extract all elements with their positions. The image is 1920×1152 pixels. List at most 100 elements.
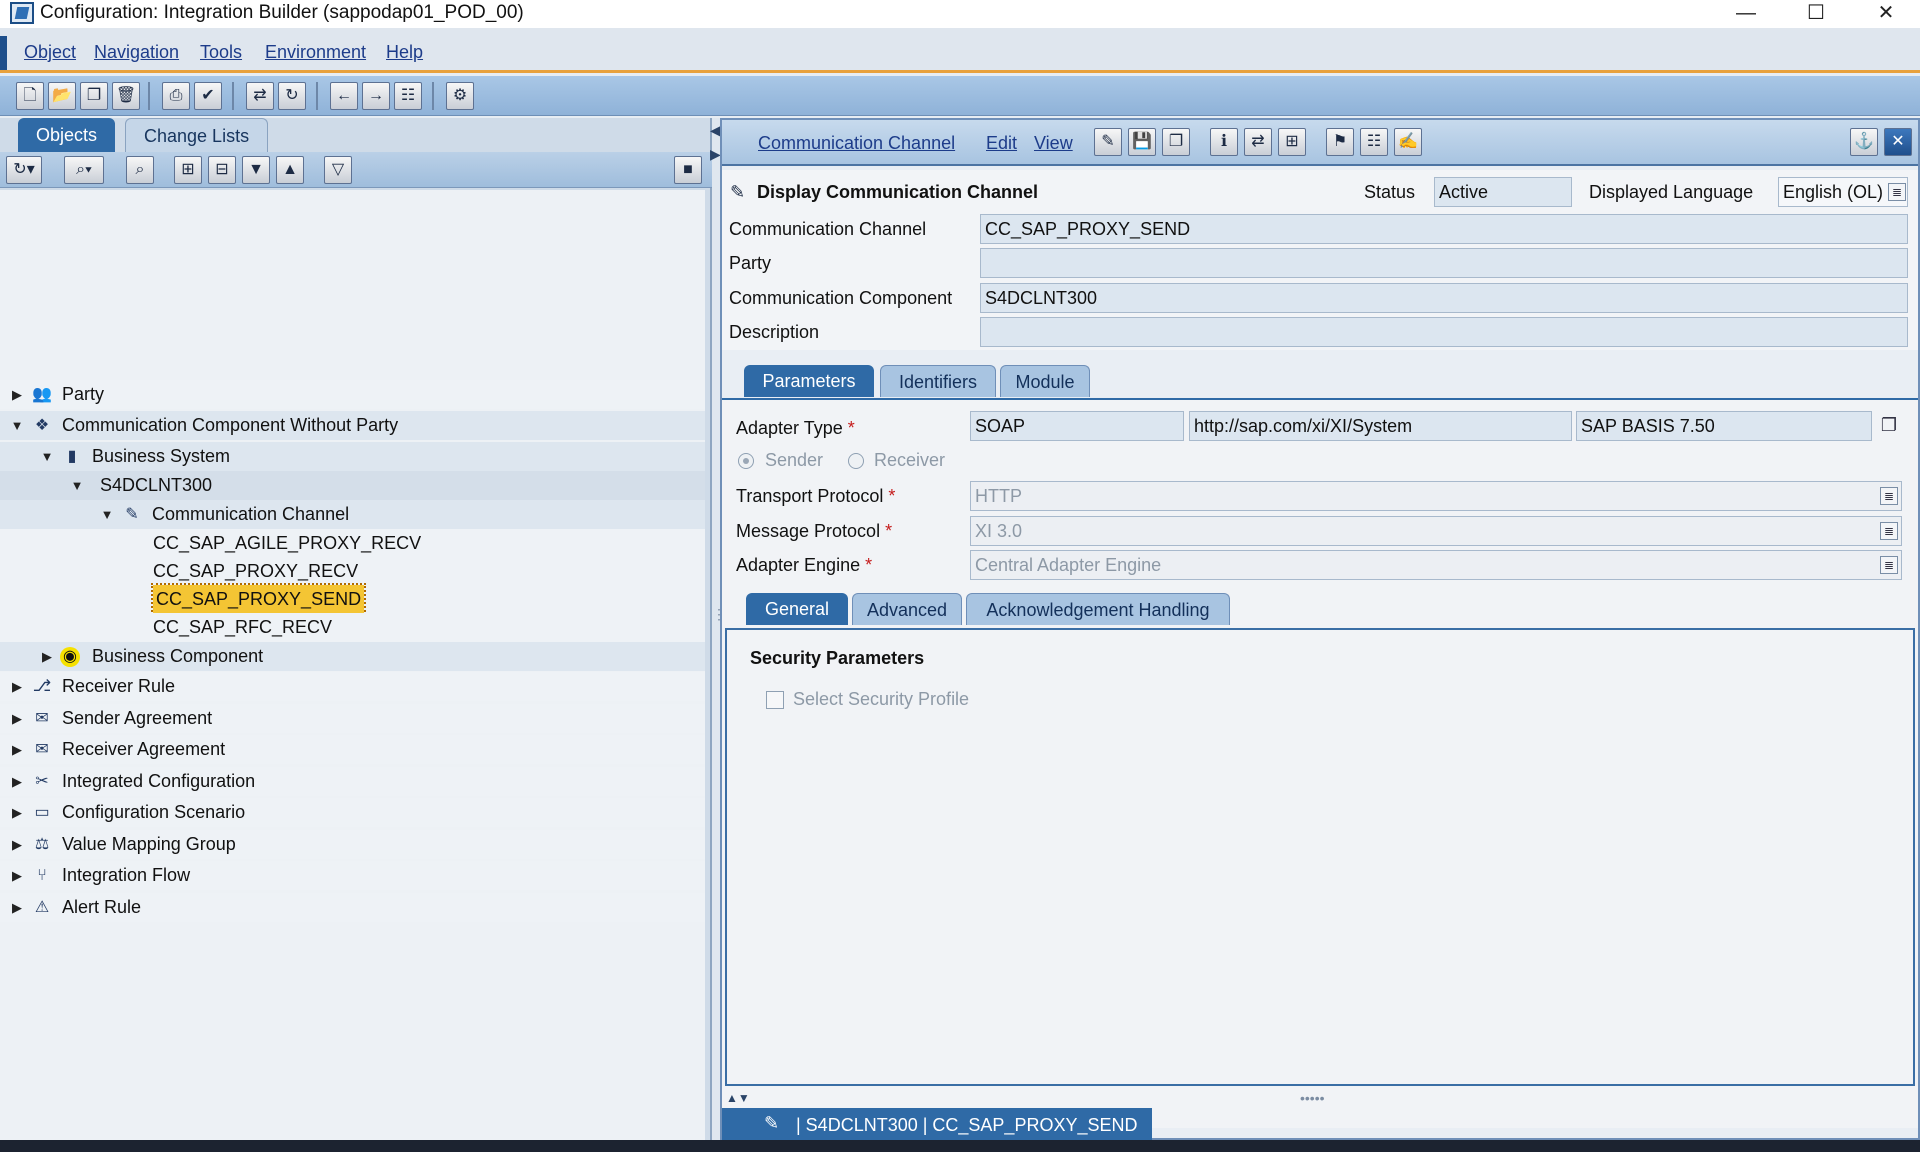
filter-icon[interactable]: ▽ [324, 156, 352, 184]
tree-item[interactable]: ▶ ✉ Sender Agreement [0, 704, 705, 733]
expand-toggle-icon[interactable]: ▶ [10, 735, 24, 764]
menu-edit[interactable]: Edit [986, 133, 1017, 154]
maximize-button[interactable]: ☐ [1786, 0, 1846, 28]
expand-toggle-icon[interactable]: ▶ [10, 893, 24, 922]
tree-item[interactable]: ▶ ✂ Integrated Configuration [0, 767, 705, 796]
print-icon[interactable]: ⎙ [162, 82, 190, 110]
tree-item[interactable]: CC_SAP_RFC_RECV [0, 613, 705, 642]
tree-item[interactable]: ▶ ◉ Business Component [0, 642, 705, 671]
receiver-radio[interactable] [848, 453, 864, 469]
tree-item[interactable]: ▶ ✉ Receiver Agreement [0, 735, 705, 764]
message-protocol-dropdown-icon[interactable]: ≣ [1880, 522, 1898, 540]
structure-icon[interactable]: ⊞ [1278, 128, 1306, 156]
message-protocol-field[interactable]: XI 3.0 [970, 516, 1902, 546]
move-up-icon[interactable]: ▲ [276, 156, 304, 184]
tree-item[interactable]: ▶ ⑂ Integration Flow [0, 861, 705, 890]
panel-maximize-icon[interactable]: ■ [674, 156, 702, 184]
back-icon[interactable]: ← [330, 82, 358, 110]
table-icon[interactable]: ☷ [1360, 128, 1388, 156]
stamp-icon[interactable]: ⚑ [1326, 128, 1354, 156]
find-icon[interactable]: ⌕ [126, 156, 154, 184]
expand-toggle-icon[interactable]: ▶ [10, 830, 24, 859]
move-down-icon[interactable]: ▼ [242, 156, 270, 184]
expand-all-icon[interactable]: ⊞ [174, 156, 202, 184]
channel-field[interactable]: CC_SAP_PROXY_SEND [980, 214, 1908, 244]
note-icon[interactable]: ✍ [1394, 128, 1422, 156]
tab-acknowledgement-handling[interactable]: Acknowledgement Handling [966, 593, 1230, 625]
transport-protocol-field[interactable]: HTTP [970, 481, 1902, 511]
tab-objects[interactable]: Objects [18, 118, 116, 152]
collapse-toggle-icon[interactable]: ▼ [70, 471, 84, 500]
tree-item[interactable]: ▼ S4DCLNT300 [0, 471, 705, 500]
expand-toggle-icon[interactable]: ▶ [10, 798, 24, 827]
info-icon[interactable]: ℹ [1210, 128, 1238, 156]
activate-icon[interactable]: ✔ [194, 82, 222, 110]
open-icon[interactable]: 📂 [48, 82, 76, 110]
save-icon[interactable]: 💾 [1128, 128, 1156, 156]
tree-item[interactable]: ▼ ❖ Communication Component Without Party [0, 411, 705, 440]
tree-item[interactable]: CC_SAP_PROXY_SEND [0, 583, 705, 616]
edit-pencil-icon[interactable]: ✎ [1094, 128, 1122, 156]
menu-environment[interactable]: Environment [265, 42, 366, 63]
collapse-all-icon[interactable]: ⊟ [208, 156, 236, 184]
where-used-icon[interactable]: ⇄ [1244, 128, 1272, 156]
adapter-swcv-field[interactable]: SAP BASIS 7.50 [1576, 411, 1872, 441]
tree-item[interactable]: ▶ ⎇ Receiver Rule [0, 672, 705, 701]
menu-communication-channel[interactable]: Communication Channel [758, 133, 955, 154]
transport-protocol-dropdown-icon[interactable]: ≣ [1880, 487, 1898, 505]
adapter-namespace-field[interactable]: http://sap.com/xi/XI/System [1189, 411, 1572, 441]
party-field[interactable] [980, 248, 1908, 278]
collapse-toggle-icon[interactable]: ▼ [40, 442, 54, 471]
menu-view[interactable]: View [1034, 133, 1073, 154]
description-field[interactable] [980, 317, 1908, 347]
refresh-icon[interactable]: ↻ [278, 82, 306, 110]
security-profile-checkbox[interactable] [766, 691, 784, 709]
menu-navigation[interactable]: Navigation [94, 42, 179, 63]
tab-parameters[interactable]: Parameters [744, 365, 874, 397]
new-icon[interactable]: 🗋 [16, 82, 44, 110]
tree-item[interactable]: ▼ ▮ Business System [0, 442, 705, 471]
menu-help[interactable]: Help [386, 42, 423, 63]
tree-item[interactable]: ▶ ⚖ Value Mapping Group [0, 830, 705, 859]
tree-item[interactable]: CC_SAP_PROXY_RECV [0, 557, 705, 586]
adapter-type-field[interactable]: SOAP [970, 411, 1184, 441]
expand-toggle-icon[interactable]: ▶ [40, 642, 54, 671]
copy-icon[interactable]: ❐ [80, 82, 108, 110]
expand-toggle-icon[interactable]: ▶ [10, 672, 24, 701]
tab-change-lists[interactable]: Change Lists [125, 118, 269, 152]
tree-item[interactable]: ▼ ✎ Communication Channel [0, 500, 705, 529]
settings-icon[interactable]: ⚙ [446, 82, 474, 110]
collapse-toggle-icon[interactable]: ▼ [100, 500, 114, 529]
copy-object-icon[interactable]: ❐ [1162, 128, 1190, 156]
collapse-bottom-icon[interactable]: ▲▼ [726, 1091, 750, 1105]
adapter-type-help-icon[interactable]: ❐ [1880, 416, 1898, 435]
minimize-button[interactable]: — [1716, 0, 1776, 28]
delete-icon[interactable]: 🗑 [112, 82, 140, 110]
component-field[interactable]: S4DCLNT300 [980, 283, 1908, 313]
list-view-icon[interactable]: ☷ [394, 82, 422, 110]
tree-item[interactable]: ▶ 👥 Party [0, 380, 705, 409]
menu-object[interactable]: Object [24, 42, 76, 63]
sender-radio[interactable] [738, 453, 754, 469]
tab-module[interactable]: Module [1000, 365, 1090, 397]
tab-advanced[interactable]: Advanced [852, 593, 962, 625]
collapse-toggle-icon[interactable]: ▼ [10, 411, 24, 440]
tree-item[interactable]: CC_SAP_AGILE_PROXY_RECV [0, 529, 705, 558]
pin-icon[interactable]: ⚓ [1850, 128, 1878, 156]
transport-icon[interactable]: ⇄ [246, 82, 274, 110]
forward-icon[interactable]: → [362, 82, 390, 110]
search-dropdown-icon[interactable]: ⌕▾ [64, 156, 104, 184]
refresh-dropdown-icon[interactable]: ↻▾ [6, 156, 42, 184]
language-dropdown-icon[interactable]: ≣ [1888, 183, 1906, 201]
expand-toggle-icon[interactable]: ▶ [10, 767, 24, 796]
tree-item[interactable]: ▶ ⚠ Alert Rule [0, 893, 705, 922]
adapter-engine-dropdown-icon[interactable]: ≣ [1880, 556, 1898, 574]
tab-identifiers[interactable]: Identifiers [880, 365, 996, 397]
tree-item[interactable]: ▶ ▭ Configuration Scenario [0, 798, 705, 827]
editor-tab[interactable]: | S4DCLNT300 | CC_SAP_PROXY_SEND [722, 1108, 1152, 1142]
adapter-engine-field[interactable]: Central Adapter Engine [970, 550, 1902, 580]
tab-general[interactable]: General [746, 593, 848, 625]
bottom-splitter-grip[interactable]: ••••• [1300, 1090, 1325, 1106]
menu-tools[interactable]: Tools [200, 42, 242, 63]
expand-toggle-icon[interactable]: ▶ [10, 380, 24, 409]
